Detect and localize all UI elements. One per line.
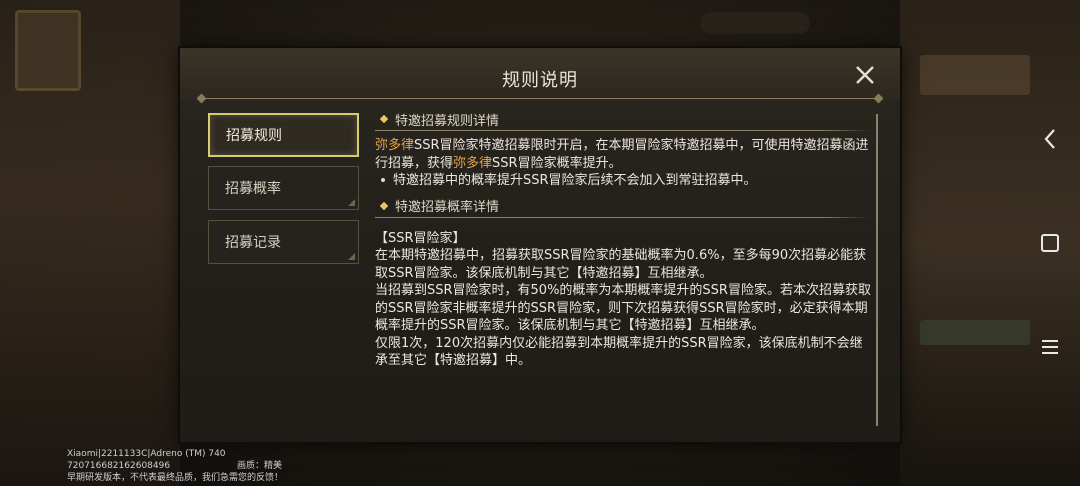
debug-footer: Xiaomi|2211133C|Adreno (TM) 740 72071668… <box>67 448 283 484</box>
section-header: 特邀招募规则详情 <box>375 108 873 130</box>
chevron-left-icon[interactable] <box>1038 127 1062 151</box>
modal-title: 规则说明 <box>502 70 578 91</box>
section-title: 特邀招募概率详情 <box>395 200 500 215</box>
background-banner-2 <box>920 320 1030 345</box>
probability-heading: 【SSR冒险家】 <box>375 230 466 246</box>
diamond-icon <box>379 201 389 210</box>
tab-recruit-probability[interactable]: 招募概率 <box>208 166 359 210</box>
rules-content[interactable]: 特邀招募规则详情 弥多律SSR冒险家特邀招募限时开启，在本期冒险家特邀招募中，可… <box>375 108 873 433</box>
square-icon[interactable] <box>1038 231 1062 255</box>
close-icon[interactable] <box>852 62 878 88</box>
background-portrait <box>15 10 81 91</box>
rules-modal: 规则说明 招募规则 招募概率 招募记录 特邀招募规则详情 弥多律SSR冒险家特邀… <box>180 48 900 442</box>
rule-text: SSR冒险家概率提升。 <box>492 155 622 171</box>
section-divider <box>375 216 871 218</box>
rule-paragraph: 弥多律SSR冒险家特邀招募限时开启，在本期冒险家特邀招募中，可使用特邀招募函进行… <box>375 137 873 172</box>
content-scrollbar[interactable] <box>876 114 878 426</box>
section-header: 特邀招募概率详情 <box>375 195 873 217</box>
rule-bullet: 特邀招募中的概率提升SSR冒险家后续不会加入到常驻招募中。 <box>375 172 873 190</box>
tab-label: 招募概率 <box>225 181 281 197</box>
graphics-quality: 画质：精美 <box>237 461 283 471</box>
probability-paragraph: 当招募到SSR冒险家时，有50%的概率为本期概率提升的SSR冒险家。若本次招募获… <box>375 283 871 333</box>
header-divider <box>202 98 878 99</box>
highlight-name: 弥多律 <box>375 138 415 153</box>
disclaimer: 早期研发版本，不代表最终品质，我们急需您的反馈！ <box>67 473 284 483</box>
background-currency-bar <box>700 12 810 34</box>
highlight-name: 弥多律 <box>453 155 493 171</box>
tab-recruit-rules[interactable]: 招募规则 <box>208 113 359 157</box>
menu-icon[interactable] <box>1038 335 1062 359</box>
diamond-icon <box>379 114 389 124</box>
section-divider <box>375 130 871 131</box>
bullet-text: 特邀招募中的概率提升SSR冒险家后续不会加入到常驻招募中。 <box>393 173 757 188</box>
device-info: Xiaomi|2211133C|Adreno (TM) 740 <box>67 449 226 459</box>
bullet-dot <box>381 177 385 182</box>
background-banner <box>920 55 1030 95</box>
modal-header: 规则说明 <box>180 48 900 100</box>
tab-recruit-history[interactable]: 招募记录 <box>208 220 359 264</box>
tab-label: 招募规则 <box>226 128 282 144</box>
probability-paragraph: 仅限1次，120次招募内仅必能招募到本期概率提升的SSR冒险家，该保底机制不会继… <box>375 335 863 369</box>
probability-paragraph: 在本期特邀招募中，招募获取SSR冒险家的基础概率为0.6%，至多每90次招募必能… <box>375 248 867 281</box>
tab-label: 招募记录 <box>225 235 281 251</box>
section-title: 特邀招募规则详情 <box>395 113 500 129</box>
